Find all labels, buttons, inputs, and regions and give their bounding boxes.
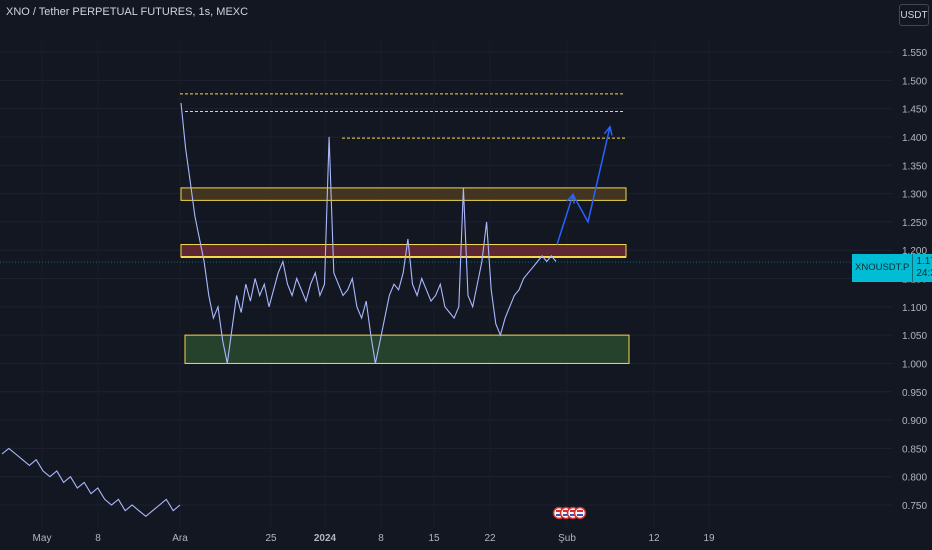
price-zones [180,187,630,364]
x-tick-label: 12 [648,533,660,544]
event-markers[interactable] [552,506,587,520]
x-tick-label: 15 [428,533,440,544]
y-tick-label: 0.850 [902,444,927,455]
x-tick-label: 8 [95,533,101,544]
zone-resistance-lower[interactable] [180,244,627,258]
x-tick-label: 25 [265,533,277,544]
last-price-box: 1.179 24:39 [912,254,932,282]
x-tick-label: Ara [172,533,188,544]
y-tick-label: 1.400 [902,133,927,144]
x-tick-label: 22 [484,533,496,544]
y-tick-label: 1.350 [902,161,927,172]
event-flag-icon[interactable] [573,506,587,520]
projection-path[interactable] [556,126,611,245]
x-tick-label: 19 [703,533,715,544]
y-tick-label: 0.800 [902,473,927,484]
y-tick-label: 1.250 [902,218,927,229]
last-price-countdown: 24:39 [916,268,932,279]
y-tick-label: 1.300 [902,190,927,201]
y-tick-label: 1.000 [902,359,927,370]
y-tick-label: 1.100 [902,303,927,314]
x-tick-label: 2024 [314,533,337,544]
zone-support[interactable] [184,334,630,364]
dashed-levels [0,93,852,263]
zone-resistance-upper[interactable] [180,187,627,201]
y-tick-label: 0.750 [902,501,927,512]
x-tick-label: Şub [558,533,576,544]
y-tick-label: 1.450 [902,105,927,116]
last-price-value: 1.179 [916,256,932,267]
grid-lines [0,42,892,528]
x-tick-label: May [33,533,52,544]
time-axis[interactable]: May 8 Ara 25 2024 8 15 22 Şub 12 19 [33,533,715,544]
projection-arrow [556,125,613,245]
y-tick-label: 0.950 [902,388,927,399]
chart-container: XNO / Tether PERPETUAL FUTURES, 1s, MEXC… [0,0,932,550]
y-tick-label: 1.550 [902,48,927,59]
y-tick-label: 1.500 [902,76,927,87]
y-tick-label: 0.900 [902,416,927,427]
price-chart[interactable]: 1.5501.5001.4501.4001.3501.3001.2501.200… [0,0,932,550]
last-price-label: XNOUSDT.P 1.179 24:39 [852,254,932,282]
price-line-early [1,447,181,518]
y-tick-label: 1.050 [902,331,927,342]
x-tick-label: 8 [378,533,384,544]
price-line [180,102,557,364]
last-price-symbol: XNOUSDT.P [852,254,913,282]
